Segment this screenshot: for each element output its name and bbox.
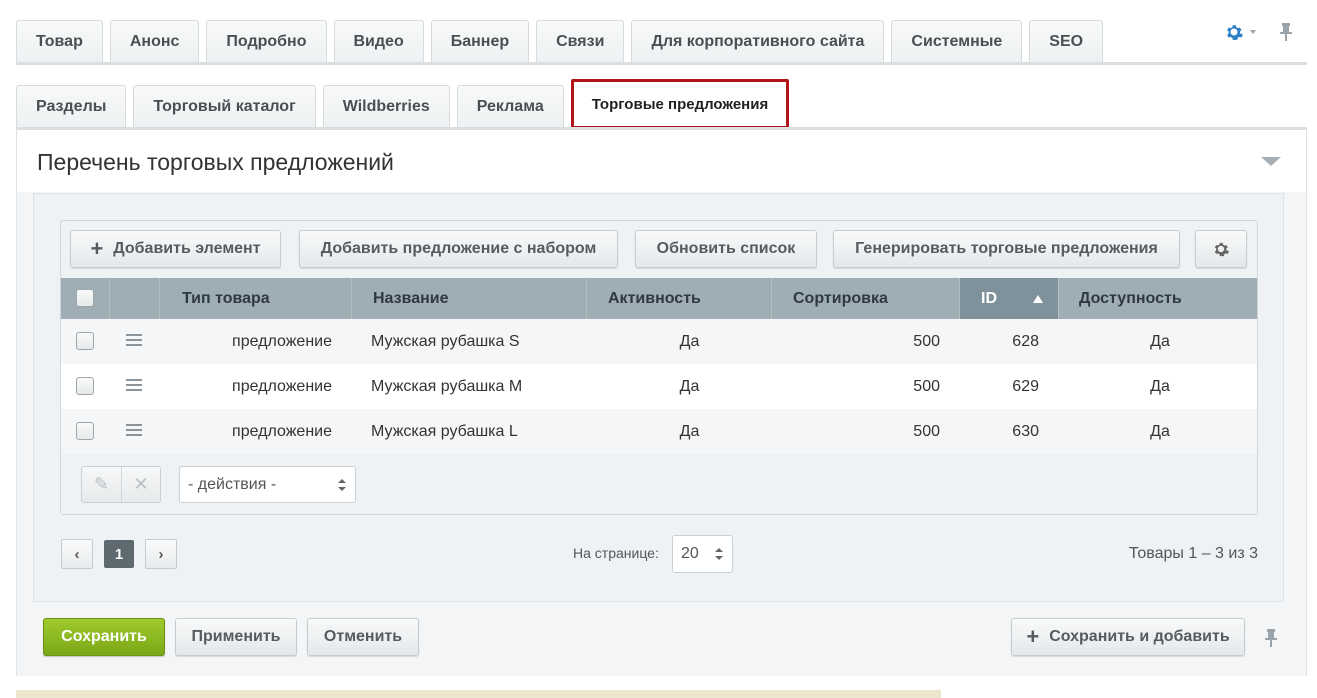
add-offer-set-button[interactable]: Добавить предложение с набором [299, 230, 618, 268]
refresh-list-button[interactable]: Обновить список [635, 230, 817, 268]
pin-icon[interactable] [1278, 22, 1294, 42]
close-icon[interactable]: ✕ [120, 467, 160, 502]
panel-header: Перечень торговых предложений [17, 130, 1306, 192]
generate-offers-button[interactable]: Генерировать торговые предложения [833, 230, 1180, 268]
pin-icon[interactable] [1263, 628, 1279, 648]
plus-icon: + [90, 236, 104, 261]
tab-sections[interactable]: Разделы [16, 85, 127, 127]
tab-corporate[interactable]: Для корпоративного сайта [631, 20, 885, 62]
cell-active: Да [679, 332, 700, 350]
tab-links[interactable]: Связи [536, 20, 625, 62]
next-page-button[interactable]: › [145, 539, 177, 569]
row-checkbox[interactable] [76, 332, 94, 350]
tab-announce[interactable]: Анонс [109, 20, 200, 62]
items-summary: Товары 1 – 3 из 3 [1128, 545, 1258, 562]
tab-wildberries[interactable]: Wildberries [322, 85, 450, 127]
col-availability[interactable]: Доступность [1059, 278, 1257, 319]
tab-banner[interactable]: Баннер [430, 20, 530, 62]
grid-settings-button[interactable] [1195, 230, 1247, 268]
updown-icon [338, 478, 346, 491]
cell-type: предложение [232, 422, 332, 440]
per-page-label: На странице: [573, 545, 659, 561]
cell-name: Мужская рубашка M [371, 377, 523, 395]
per-page-select[interactable]: 20 [672, 535, 733, 573]
tab-trade-offers[interactable]: Торговые предложения [570, 79, 790, 129]
cell-active: Да [679, 422, 700, 440]
col-sort[interactable]: Сортировка [772, 278, 960, 319]
collapse-icon[interactable] [1261, 157, 1281, 166]
tab-system[interactable]: Системные [891, 20, 1023, 62]
actions-select[interactable]: - действия - [179, 466, 356, 503]
tab-trade-catalog[interactable]: Торговый каталог [133, 85, 316, 127]
tab-seo[interactable]: SEO [1029, 20, 1104, 62]
prev-page-button[interactable]: ‹ [61, 539, 93, 569]
save-and-add-button[interactable]: + Сохранить и добавить [1011, 618, 1245, 656]
table-row[interactable]: предложение Мужская рубашка S Да 500 628… [61, 319, 1257, 364]
page-title: Перечень торговых предложений [37, 149, 394, 175]
row-checkbox[interactable] [76, 377, 94, 395]
cell-active: Да [679, 377, 700, 395]
cell-id: 630 [1012, 422, 1039, 440]
offers-grid: + Добавить элемент Добавить предложение с… [60, 220, 1258, 515]
gear-icon[interactable] [1224, 22, 1244, 42]
bottom-strip [16, 690, 941, 698]
cell-id: 628 [1012, 332, 1039, 350]
col-name[interactable]: Название [352, 278, 587, 319]
cell-sort: 500 [913, 377, 940, 395]
chevron-down-icon[interactable] [1250, 30, 1256, 34]
tab-details[interactable]: Подробно [206, 20, 327, 62]
cancel-button[interactable]: Отменить [307, 618, 419, 656]
apply-button[interactable]: Применить [175, 618, 297, 656]
cell-name: Мужская рубашка S [371, 332, 520, 350]
pencil-icon[interactable]: ✎ [82, 467, 121, 502]
cell-id: 629 [1012, 377, 1039, 395]
offers-container: + Добавить элемент Добавить предложение с… [33, 193, 1284, 602]
tabs-divider [16, 62, 1307, 65]
main-tabs: Товар Анонс Подробно Видео Баннер Связи … [16, 14, 1110, 62]
col-active[interactable]: Активность [587, 278, 772, 319]
table-row[interactable]: предложение Мужская рубашка M Да 500 629… [61, 364, 1257, 409]
add-element-button[interactable]: + Добавить элемент [70, 230, 281, 268]
select-all-cell [61, 278, 110, 319]
col-id[interactable]: ID [960, 278, 1059, 319]
tab-product[interactable]: Товар [16, 20, 103, 62]
cell-availability: Да [1150, 377, 1170, 395]
select-all-checkbox[interactable] [76, 289, 94, 307]
col-id-label: ID [981, 289, 997, 307]
cell-sort: 500 [913, 332, 940, 350]
edit-group: ✎ ✕ [81, 466, 161, 503]
menu-icon[interactable] [126, 379, 142, 393]
sort-asc-icon [1033, 295, 1043, 303]
table-row[interactable]: предложение Мужская рубашка L Да 500 630… [61, 409, 1257, 454]
offers-panel: Перечень торговых предложений + Добавить … [16, 130, 1307, 676]
cell-sort: 500 [913, 422, 940, 440]
col-type[interactable]: Тип товара [160, 278, 352, 319]
drag-col-header [110, 278, 160, 319]
cell-name: Мужская рубашка L [371, 422, 518, 440]
cell-type: предложение [232, 332, 332, 350]
cell-type: предложение [232, 377, 332, 395]
plus-icon: + [1026, 624, 1040, 649]
gear-icon [1214, 242, 1230, 257]
add-element-label: Добавить элемент [113, 240, 261, 257]
save-and-add-label: Сохранить и добавить [1049, 628, 1230, 645]
table-header: Тип товара Название Активность Сортировк… [61, 278, 1257, 319]
row-checkbox[interactable] [76, 422, 94, 440]
current-page[interactable]: 1 [104, 540, 134, 568]
menu-icon[interactable] [126, 334, 142, 348]
cell-availability: Да [1150, 332, 1170, 350]
menu-icon[interactable] [126, 424, 142, 438]
updown-icon [715, 548, 723, 560]
sub-tabs: Разделы Торговый каталог Wildberries Рек… [16, 79, 796, 129]
actions-select-value: - действия - [188, 475, 277, 493]
per-page-value: 20 [681, 545, 699, 562]
tab-video[interactable]: Видео [333, 20, 424, 62]
tab-ads[interactable]: Реклама [456, 85, 564, 127]
cell-availability: Да [1150, 422, 1170, 440]
save-button[interactable]: Сохранить [43, 618, 165, 656]
grid-actions-bar: ✎ ✕ - действия - [61, 454, 1257, 514]
